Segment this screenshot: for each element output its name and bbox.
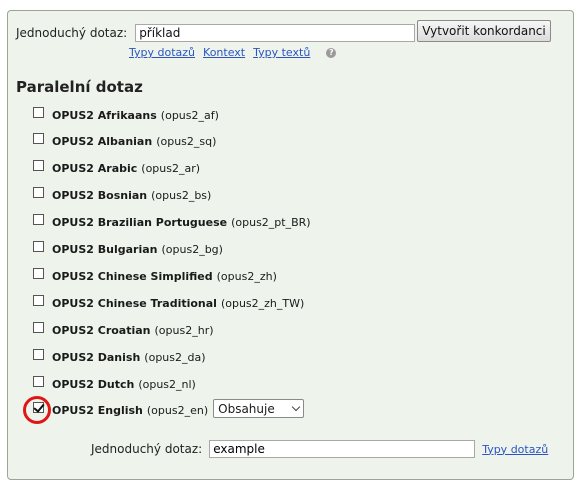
chevron-down-icon [291, 402, 301, 412]
language-code: (opus2_zh) [216, 269, 277, 283]
language-checkbox[interactable] [33, 133, 44, 145]
language-code: (opus2_da) [144, 350, 206, 364]
language-item[interactable]: OPUS2 Chinese Traditional (opus2_zh_TW) [33, 294, 304, 312]
language-code: (opus2_nl) [138, 377, 196, 391]
english-subquery-input[interactable] [209, 440, 476, 458]
language-checkbox[interactable] [33, 160, 44, 172]
language-name: OPUS2 Danish [52, 350, 141, 364]
text-types-link[interactable]: Typy textů [253, 46, 310, 59]
language-item[interactable]: OPUS2 Brazilian Portuguese (opus2_pt_BR) [33, 214, 311, 232]
simple-query-input[interactable] [135, 24, 416, 42]
language-checkbox[interactable] [33, 106, 44, 118]
language-name: OPUS2 English [52, 404, 143, 418]
highlight-circle-icon [23, 395, 51, 424]
language-item[interactable]: OPUS2 Bulgarian (opus2_bg) [33, 241, 223, 259]
language-checkbox[interactable] [33, 214, 44, 226]
language-item[interactable]: OPUS2 Bosnian (opus2_bs) [33, 187, 211, 205]
language-item[interactable]: OPUS2 Croatian (opus2_hr) [33, 321, 214, 339]
parallel-query-title: Paralelní dotaz [16, 78, 143, 96]
language-checkbox[interactable] [33, 375, 44, 387]
language-name: OPUS2 Brazilian Portuguese [52, 216, 228, 230]
language-checkbox[interactable] [33, 267, 44, 279]
language-item[interactable]: OPUS2 Albanian (opus2_sq) [33, 133, 216, 151]
language-item[interactable]: OPUS2 Dutch (opus2_nl) [33, 375, 196, 393]
query-types-link[interactable]: Typy dotazů [129, 46, 195, 59]
language-code: (opus2_en) [146, 404, 209, 418]
match-mode-select[interactable]: Obsahuje [213, 399, 305, 419]
language-checkbox[interactable] [33, 241, 44, 252]
language-name: OPUS2 Afrikaans [52, 108, 157, 122]
language-name: OPUS2 Arabic [52, 162, 138, 176]
english-subquery-label: Jednoduchý dotaz: [91, 442, 203, 456]
language-item[interactable]: OPUS2 English (opus2_en) Obsahuje [23, 395, 305, 424]
language-code: (opus2_zh_TW) [220, 296, 305, 310]
language-name: OPUS2 Dutch [52, 377, 135, 391]
language-item[interactable]: OPUS2 Danish (opus2_da) [33, 348, 206, 366]
language-checkbox[interactable] [33, 187, 44, 199]
language-item[interactable]: OPUS2 Afrikaans (opus2_af) [33, 106, 219, 124]
query-links: Typy dotazů Kontext Typy textů ? [129, 46, 337, 59]
language-name: OPUS2 Croatian [52, 323, 151, 337]
language-name: OPUS2 Bulgarian [52, 243, 158, 256]
language-code: (opus2_af) [160, 108, 219, 122]
english-subquery-row: Jednoduchý dotaz: Typy dotazů [91, 439, 548, 459]
simple-query-row: Jednoduchý dotaz: [16, 23, 416, 43]
language-code: (opus2_pt_BR) [231, 216, 311, 230]
language-code: (opus2_bg) [161, 243, 223, 256]
language-item[interactable]: OPUS2 Chinese Simplified (opus2_zh) [33, 267, 277, 285]
english-query-types-link[interactable]: Typy dotazů [482, 443, 548, 456]
language-name: OPUS2 Chinese Traditional [52, 296, 217, 310]
language-checkbox[interactable] [33, 321, 44, 333]
language-item[interactable]: OPUS2 Arabic (opus2_ar) [33, 160, 200, 178]
language-name: OPUS2 Bosnian [52, 189, 148, 203]
simple-query-label: Jednoduchý dotaz: [16, 26, 128, 40]
language-code: (opus2_bs) [151, 189, 212, 203]
language-code: (opus2_ar) [141, 162, 201, 176]
context-link[interactable]: Kontext [203, 46, 245, 59]
language-code: (opus2_hr) [154, 323, 214, 337]
question-icon[interactable]: ? [326, 47, 337, 58]
language-checkbox[interactable] [33, 348, 44, 360]
match-mode-value: Obsahuje [218, 401, 275, 416]
language-code: (opus2_sq) [156, 135, 217, 149]
language-name: OPUS2 Albanian [52, 135, 153, 149]
language-name: OPUS2 Chinese Simplified [52, 269, 213, 283]
create-concordance-button[interactable]: Vytvořit konkordanci [417, 20, 551, 42]
language-checkbox[interactable] [33, 294, 44, 306]
